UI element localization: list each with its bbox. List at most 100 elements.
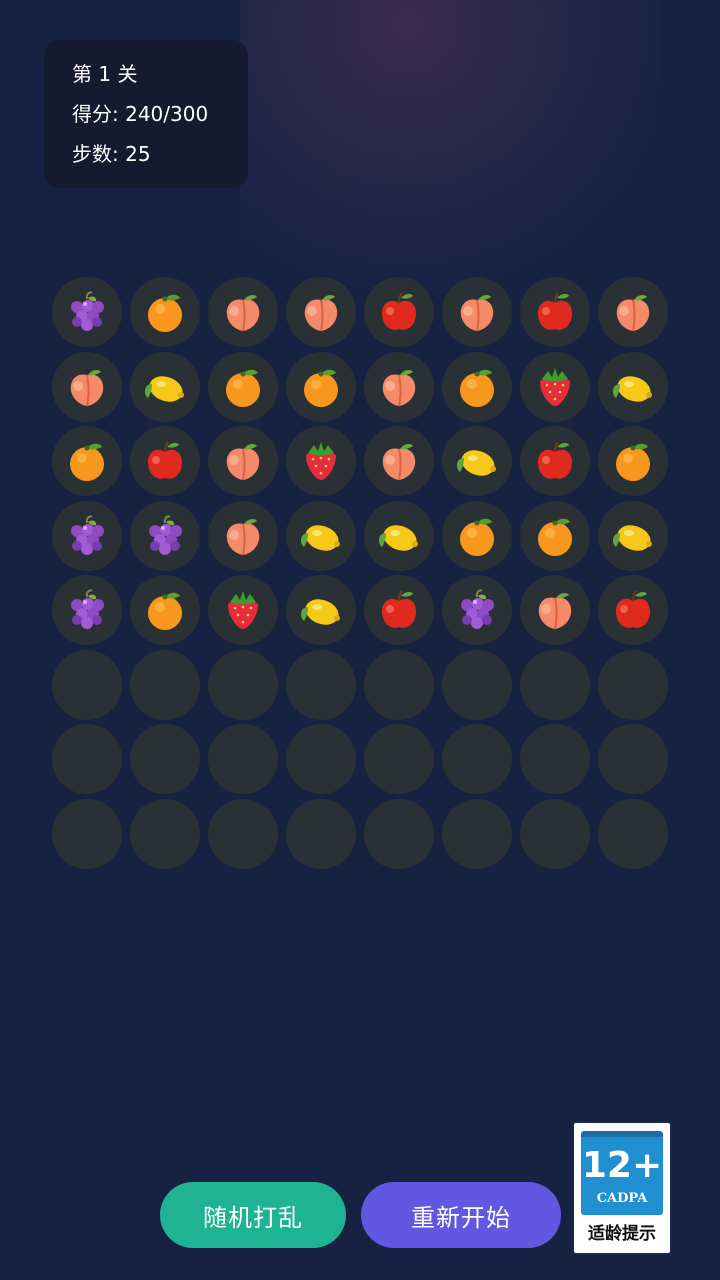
- shuffle-button[interactable]: 随机打乱: [160, 1182, 346, 1248]
- empty-cell[interactable]: [442, 799, 512, 869]
- fruit-cell-grape[interactable]: [52, 501, 122, 571]
- lemon-icon: [140, 362, 190, 412]
- orange-icon: [452, 362, 502, 412]
- apple-icon: [374, 287, 424, 337]
- fruit-cell-apple[interactable]: [364, 277, 434, 347]
- age-rating-number: 12+: [581, 1145, 663, 1186]
- fruit-cell-peach[interactable]: [598, 277, 668, 347]
- fruit-cell-orange[interactable]: [598, 426, 668, 496]
- fruit-cell-peach[interactable]: [208, 277, 278, 347]
- fruit-cell-lemon[interactable]: [130, 352, 200, 422]
- empty-cell[interactable]: [442, 650, 512, 720]
- empty-cell[interactable]: [598, 799, 668, 869]
- empty-cell[interactable]: [130, 799, 200, 869]
- fruit-cell-apple[interactable]: [520, 426, 590, 496]
- fruit-cell-apple[interactable]: [520, 277, 590, 347]
- empty-cell[interactable]: [520, 799, 590, 869]
- fruit-cell-peach[interactable]: [520, 575, 590, 645]
- fruit-cell-apple[interactable]: [598, 575, 668, 645]
- empty-cell[interactable]: [130, 724, 200, 794]
- fruit-cell-apple[interactable]: [364, 575, 434, 645]
- fruit-cell-peach[interactable]: [364, 426, 434, 496]
- fruit-cell-grape[interactable]: [52, 575, 122, 645]
- fruit-cell-grape[interactable]: [52, 277, 122, 347]
- peach-icon: [218, 511, 268, 561]
- fruit-cell-lemon[interactable]: [442, 426, 512, 496]
- fruit-cell-peach[interactable]: [442, 277, 512, 347]
- fruit-cell-orange[interactable]: [286, 352, 356, 422]
- empty-cell[interactable]: [52, 799, 122, 869]
- fruit-cell-peach[interactable]: [208, 426, 278, 496]
- fruit-cell-apple[interactable]: [130, 426, 200, 496]
- orange-icon: [218, 362, 268, 412]
- empty-cell[interactable]: [598, 650, 668, 720]
- grape-icon: [62, 585, 112, 635]
- grape-icon: [62, 287, 112, 337]
- orange-icon: [140, 287, 190, 337]
- peach-icon: [608, 287, 658, 337]
- empty-cell[interactable]: [52, 650, 122, 720]
- apple-icon: [608, 585, 658, 635]
- grape-icon: [452, 585, 502, 635]
- age-rating-tip: 适龄提示: [588, 1224, 656, 1244]
- age-rating-badge: 12+ CADPA 适龄提示: [572, 1121, 672, 1255]
- lemon-icon: [608, 362, 658, 412]
- fruit-cell-lemon[interactable]: [598, 501, 668, 571]
- empty-cell[interactable]: [364, 650, 434, 720]
- age-rating-emblem: 12+ CADPA: [581, 1131, 663, 1215]
- status-panel: 第 1 关 得分: 240/300 步数: 25: [44, 40, 248, 188]
- fruit-cell-peach[interactable]: [364, 352, 434, 422]
- peach-icon: [218, 287, 268, 337]
- fruit-cell-orange[interactable]: [130, 277, 200, 347]
- empty-cell[interactable]: [598, 724, 668, 794]
- empty-cell[interactable]: [208, 724, 278, 794]
- empty-cell[interactable]: [286, 650, 356, 720]
- empty-cell[interactable]: [286, 724, 356, 794]
- fruit-cell-strawberry[interactable]: [520, 352, 590, 422]
- lemon-icon: [608, 511, 658, 561]
- level-label: 第 1 关: [72, 62, 138, 86]
- fruit-cell-strawberry[interactable]: [286, 426, 356, 496]
- fruit-cell-lemon[interactable]: [598, 352, 668, 422]
- fruit-cell-peach[interactable]: [286, 277, 356, 347]
- lemon-icon: [296, 585, 346, 635]
- empty-cell[interactable]: [52, 724, 122, 794]
- orange-icon: [608, 436, 658, 486]
- fruit-cell-lemon[interactable]: [286, 501, 356, 571]
- orange-icon: [530, 511, 580, 561]
- fruit-cell-orange[interactable]: [130, 575, 200, 645]
- fruit-cell-orange[interactable]: [442, 352, 512, 422]
- peach-icon: [374, 362, 424, 412]
- fruit-cell-lemon[interactable]: [286, 575, 356, 645]
- empty-cell[interactable]: [520, 724, 590, 794]
- fruit-cell-orange[interactable]: [442, 501, 512, 571]
- fruit-cell-orange[interactable]: [52, 426, 122, 496]
- peach-icon: [218, 436, 268, 486]
- fruit-cell-lemon[interactable]: [364, 501, 434, 571]
- apple-icon: [530, 287, 580, 337]
- empty-cell[interactable]: [364, 724, 434, 794]
- apple-icon: [530, 436, 580, 486]
- fruit-cell-grape[interactable]: [442, 575, 512, 645]
- empty-cell[interactable]: [208, 650, 278, 720]
- fruit-cell-orange[interactable]: [520, 501, 590, 571]
- fruit-cell-grape[interactable]: [130, 501, 200, 571]
- empty-cell[interactable]: [442, 724, 512, 794]
- peach-icon: [296, 287, 346, 337]
- steps-label: 步数: 25: [72, 142, 151, 166]
- strawberry-icon: [218, 585, 268, 635]
- lemon-icon: [296, 511, 346, 561]
- peach-icon: [530, 585, 580, 635]
- fruit-cell-strawberry[interactable]: [208, 575, 278, 645]
- empty-cell[interactable]: [364, 799, 434, 869]
- empty-cell[interactable]: [286, 799, 356, 869]
- age-rating-org: CADPA: [596, 1191, 648, 1206]
- restart-button[interactable]: 重新开始: [361, 1182, 561, 1248]
- strawberry-icon: [296, 436, 346, 486]
- fruit-cell-peach[interactable]: [208, 501, 278, 571]
- empty-cell[interactable]: [208, 799, 278, 869]
- empty-cell[interactable]: [130, 650, 200, 720]
- empty-cell[interactable]: [520, 650, 590, 720]
- fruit-cell-peach[interactable]: [52, 352, 122, 422]
- fruit-cell-orange[interactable]: [208, 352, 278, 422]
